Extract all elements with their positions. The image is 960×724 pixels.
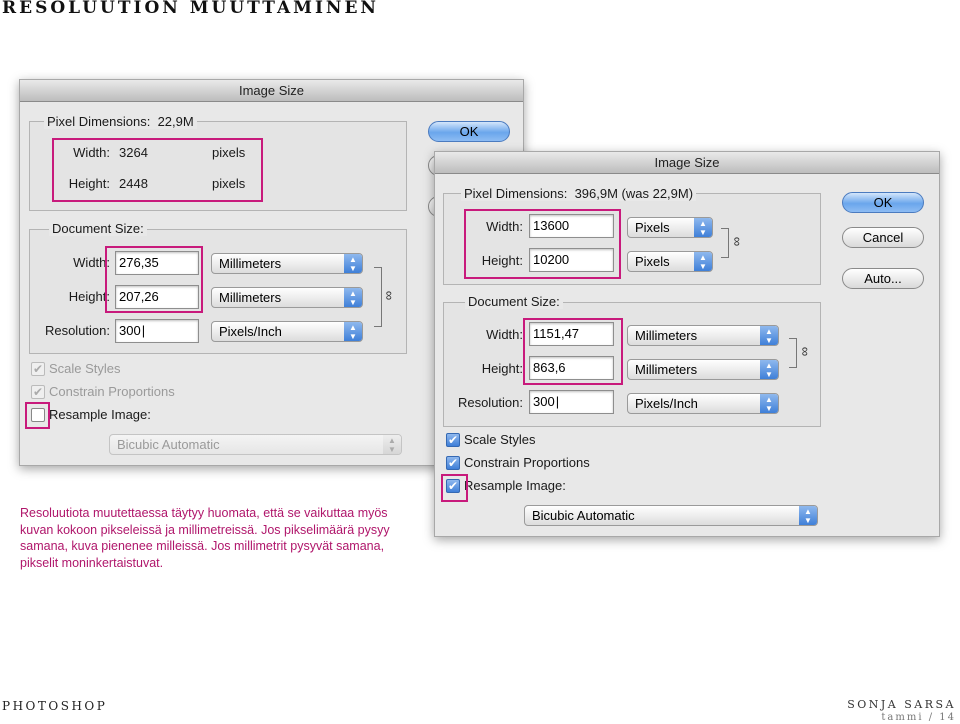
resolution-field[interactable]: 300: [115, 319, 199, 343]
dropdown-arrow-icon: ▲ ▼: [344, 288, 362, 307]
dropdown-arrow-icon: ▲ ▼: [760, 394, 778, 413]
document-size-label: Document Size:: [49, 221, 147, 236]
doc-width-field[interactable]: 1151,47: [529, 322, 614, 346]
constrain-proportions-checkbox[interactable]: ✔: [31, 385, 45, 399]
scale-styles-checkbox[interactable]: ✔: [31, 362, 45, 376]
doc-height-field[interactable]: 207,26: [115, 285, 199, 309]
chain-link-icon: ∞: [730, 236, 746, 247]
resample-image-checkbox[interactable]: ✔: [446, 479, 460, 493]
pixel-dimensions-value: 22,9M: [157, 114, 194, 129]
footer-credits: SONJA SARSA tammi / 14: [847, 698, 956, 723]
pixel-dimensions-group: [29, 121, 407, 211]
resolution-unit-select[interactable]: Pixels/Inch ▲ ▼: [627, 393, 779, 414]
pixel-width-unit: pixels: [212, 145, 246, 160]
resolution-unit-select[interactable]: Pixels/Inch ▲ ▼: [211, 321, 363, 342]
caption-text: Resoluutiota muutettaessa täytyy huomata…: [20, 506, 390, 570]
ok-button[interactable]: OK: [428, 121, 510, 142]
doc-width-label: Width:: [73, 255, 110, 270]
resolution-label: Resolution:: [44, 323, 110, 338]
scale-styles-checkbox[interactable]: ✔: [446, 433, 460, 447]
doc-height-unit-select[interactable]: Millimeters ▲ ▼: [211, 287, 363, 308]
resample-method-select[interactable]: Bicubic Automatic ▲ ▼: [524, 505, 818, 526]
pixel-width-unit-select[interactable]: Pixels ▲ ▼: [627, 217, 713, 238]
cancel-button[interactable]: Cancel: [842, 227, 924, 248]
dropdown-arrow-icon: ▲ ▼: [383, 435, 401, 454]
constrain-proportions-label: Constrain Proportions: [464, 455, 590, 470]
pixel-height-unit-select[interactable]: Pixels ▲ ▼: [627, 251, 713, 272]
dropdown-arrow-icon: ▲ ▼: [760, 360, 778, 379]
constrain-proportions-label: Constrain Proportions: [49, 384, 175, 399]
resolution-label: Resolution:: [457, 395, 523, 410]
doc-height-field[interactable]: 863,6: [529, 356, 614, 380]
image-size-dialog-after: Image Size Pixel Dimensions: 396,9M (was…: [434, 151, 940, 537]
pixel-dimensions-value: 396,9M (was 22,9M): [574, 186, 694, 201]
scale-styles-label: Scale Styles: [49, 361, 121, 376]
dropdown-arrow-icon: ▲ ▼: [799, 506, 817, 525]
dialog-titlebar[interactable]: Image Size: [20, 80, 523, 102]
doc-width-unit-select[interactable]: Millimeters ▲ ▼: [211, 253, 363, 274]
dropdown-arrow-icon: ▲ ▼: [694, 252, 712, 271]
dropdown-arrow-icon: ▲ ▼: [344, 254, 362, 273]
resample-image-label: Resample Image:: [49, 407, 151, 422]
pixel-height-field[interactable]: 10200: [529, 248, 614, 272]
dropdown-arrow-icon: ▲ ▼: [760, 326, 778, 345]
resample-image-label: Resample Image:: [464, 478, 566, 493]
chain-link-icon: ∞: [382, 290, 398, 301]
resolution-field[interactable]: 300: [529, 390, 614, 414]
ok-button[interactable]: OK: [842, 192, 924, 213]
pixel-height-label: Height:: [481, 253, 523, 268]
doc-height-label: Height:: [68, 289, 110, 304]
constrain-bracket: [374, 267, 382, 327]
slide-title: RESOLUUTION MUUTTAMINEN: [2, 0, 379, 18]
constrain-proportions-checkbox[interactable]: ✔: [446, 456, 460, 470]
doc-width-unit-select[interactable]: Millimeters ▲ ▼: [627, 325, 779, 346]
pixel-dimensions-label: Pixel Dimensions: 396,9M (was 22,9M): [461, 186, 697, 201]
dropdown-arrow-icon: ▲ ▼: [344, 322, 362, 341]
document-size-label: Document Size:: [465, 294, 563, 309]
pixel-width-label: Width:: [73, 145, 110, 160]
chain-link-icon: ∞: [798, 346, 814, 357]
resample-image-checkbox[interactable]: [31, 408, 45, 422]
dialog-titlebar[interactable]: Image Size: [435, 152, 939, 174]
scale-styles-label: Scale Styles: [464, 432, 536, 447]
footer-section-label: PHOTOSHOP: [2, 699, 108, 713]
pixel-height-unit: pixels: [212, 176, 246, 191]
pixel-constrain-bracket: [721, 228, 729, 258]
pixel-dimensions-label: Pixel Dimensions: 22,9M: [44, 114, 197, 129]
pixel-height-label: Height:: [68, 176, 110, 191]
doc-height-unit-select[interactable]: Millimeters ▲ ▼: [627, 359, 779, 380]
resample-method-select[interactable]: Bicubic Automatic ▲ ▼: [109, 434, 402, 455]
pixel-width-label: Width:: [486, 219, 523, 234]
footer-page-number: tammi / 14: [881, 712, 956, 723]
pixel-width-value: 3264: [119, 145, 148, 160]
doc-width-field[interactable]: 276,35: [115, 251, 199, 275]
footer-author: SONJA SARSA: [847, 698, 956, 711]
dropdown-arrow-icon: ▲ ▼: [694, 218, 712, 237]
doc-height-label: Height:: [481, 361, 523, 376]
doc-constrain-bracket: [789, 338, 797, 368]
auto-button[interactable]: Auto...: [842, 268, 924, 289]
pixel-width-field[interactable]: 13600: [529, 214, 614, 238]
pixel-height-value: 2448: [119, 176, 148, 191]
doc-width-label: Width:: [486, 327, 523, 342]
